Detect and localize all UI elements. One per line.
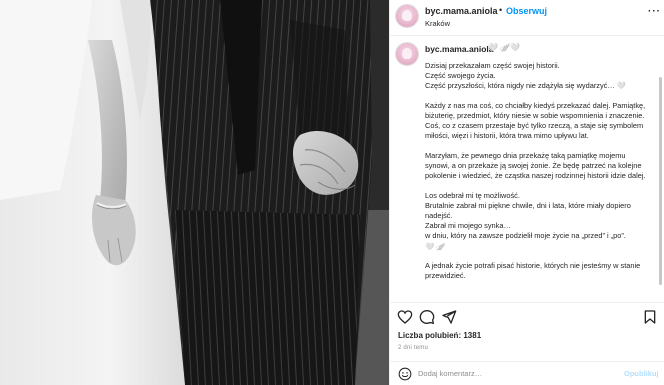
separator-dot: •	[499, 5, 503, 15]
caption-paragraph: Los odebrał mi tę możliwość. Brutalnie z…	[425, 190, 631, 251]
heart-icon[interactable]	[397, 309, 413, 325]
post-photo[interactable]	[0, 0, 389, 385]
wedding-hands-image	[0, 0, 389, 385]
share-icon[interactable]	[441, 309, 457, 325]
caption-paragraph: Każdy z nas ma coś, co chciałby kiedyś p…	[425, 100, 646, 141]
bookmark-icon[interactable]	[642, 309, 658, 325]
caption-paragraph: Dzisiaj przekazałam część swojej histori…	[425, 61, 627, 91]
post-header: byc.mama.aniola • Obserwuj Kraków ···	[390, 0, 664, 36]
likes-count[interactable]: Liczba polubień: 1381	[398, 331, 481, 340]
comment-icon[interactable]	[419, 309, 435, 325]
caption-username[interactable]: byc.mama.aniola	[425, 44, 494, 54]
follow-button[interactable]: Obserwuj	[506, 6, 547, 16]
header-username[interactable]: byc.mama.aniola	[425, 6, 498, 16]
action-bar	[390, 302, 664, 328]
caption-emojis: 🤍 🪽🤍	[488, 43, 521, 52]
scrollbar[interactable]	[659, 77, 662, 285]
comment-bar: Opublikuj	[390, 361, 664, 385]
emoji-icon[interactable]	[398, 367, 412, 381]
avatar[interactable]	[396, 5, 418, 27]
comment-input[interactable]	[418, 366, 618, 380]
likes-label: Liczba polubień:	[398, 331, 462, 340]
caption-paragraph: Marzyłam, że pewnego dnia przekażę taką …	[425, 150, 646, 181]
caption-paragraph: A jednak życie potrafi pisać historie, k…	[425, 261, 641, 281]
likes-number: 1381	[463, 331, 482, 340]
location-link[interactable]: Kraków	[425, 19, 450, 28]
more-options-button[interactable]: ···	[648, 6, 661, 17]
caption-text: Dzisiaj przekazałam część swojej histori…	[425, 61, 651, 291]
post-date[interactable]: 2 dni temu	[398, 345, 428, 351]
caption-area[interactable]: byc.mama.aniola 🤍 🪽🤍 Dzisiaj przekazałam…	[390, 37, 664, 302]
post-details-panel: byc.mama.aniola • Obserwuj Kraków ··· by…	[389, 0, 664, 385]
caption-avatar[interactable]	[396, 43, 418, 65]
publish-button[interactable]: Opublikuj	[624, 369, 659, 378]
